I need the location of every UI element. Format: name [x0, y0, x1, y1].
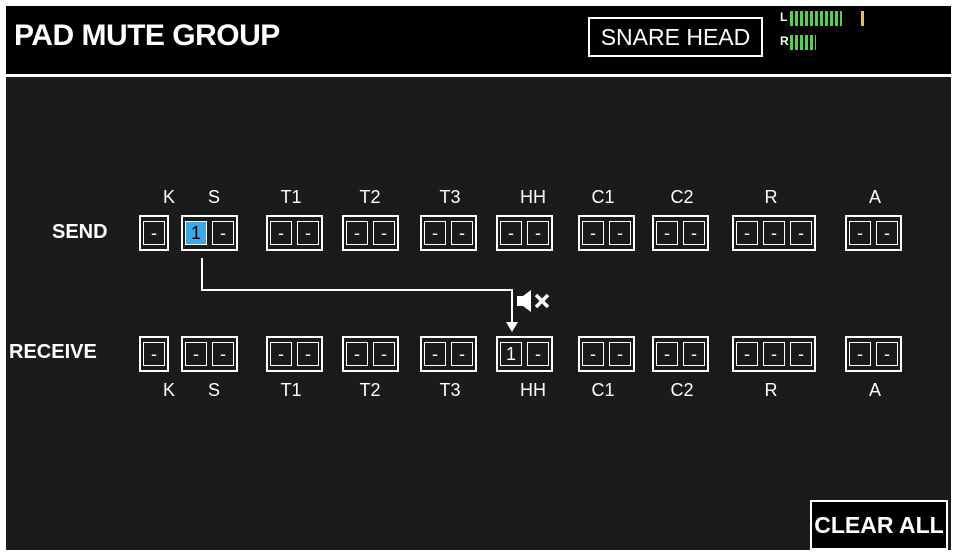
send-row-label: SEND [52, 221, 108, 243]
receive-cell[interactable]: - [790, 342, 812, 366]
send-cell[interactable]: - [656, 221, 678, 245]
receive-pad-label: C2 [670, 380, 694, 400]
receive-group-s: -- [181, 336, 238, 372]
send-pad-label: A [868, 187, 881, 207]
receive-pad-label: T2 [359, 380, 381, 400]
meter-left-track [790, 11, 876, 26]
receive-group-r: --- [732, 336, 816, 372]
instrument-name[interactable]: SNARE HEAD [588, 17, 763, 57]
receive-pad-label: T1 [280, 380, 302, 400]
meter-left-peak [861, 11, 864, 26]
send-cell[interactable]: 1 [185, 221, 207, 245]
send-cell[interactable]: - [683, 221, 705, 245]
receive-cell[interactable]: 1 [500, 342, 522, 366]
receive-pad-label: HH [520, 380, 546, 400]
receive-pad-label: S [207, 380, 220, 400]
receive-group-a: -- [845, 336, 902, 372]
receive-cell[interactable]: - [527, 342, 549, 366]
send-cell[interactable]: - [451, 221, 473, 245]
send-cell[interactable]: - [763, 221, 785, 245]
receive-group-k: - [139, 336, 169, 372]
send-cell[interactable]: - [736, 221, 758, 245]
send-cell[interactable]: - [424, 221, 446, 245]
send-cell[interactable]: - [582, 221, 604, 245]
send-cell[interactable]: - [500, 221, 522, 245]
send-cell[interactable]: - [270, 221, 292, 245]
send-group-a: -- [845, 215, 902, 251]
send-pad-label: T3 [439, 187, 461, 207]
receive-group-c2: -- [652, 336, 709, 372]
clear-all-button[interactable]: CLEAR ALL [810, 500, 948, 550]
send-cell[interactable]: - [373, 221, 395, 245]
receive-group-hh: 1- [496, 336, 553, 372]
meter-right-track [790, 35, 876, 50]
meter-right-fill [790, 35, 816, 50]
send-group-t2: -- [342, 215, 399, 251]
receive-cell[interactable]: - [143, 342, 165, 366]
receive-cell[interactable]: - [849, 342, 871, 366]
send-pad-label: C2 [670, 187, 694, 207]
send-cell[interactable]: - [609, 221, 631, 245]
speaker-mute-icon [515, 288, 555, 319]
send-pad-label: S [207, 187, 220, 207]
receive-pad-label: C1 [591, 380, 615, 400]
header-bar: PAD MUTE GROUP SNARE HEAD L R [6, 6, 951, 77]
send-cell[interactable]: - [849, 221, 871, 245]
receive-cell[interactable]: - [763, 342, 785, 366]
send-cell[interactable]: - [527, 221, 549, 245]
send-cell[interactable]: - [876, 221, 898, 245]
send-pad-label: T1 [280, 187, 302, 207]
receive-group-t2: -- [342, 336, 399, 372]
meter-right-label: R [780, 34, 789, 48]
send-group-c1: -- [578, 215, 635, 251]
send-pad-label: T2 [359, 187, 381, 207]
send-group-r: --- [732, 215, 816, 251]
mute-route-arrow [201, 258, 518, 332]
receive-cell[interactable]: - [297, 342, 319, 366]
send-cell[interactable]: - [297, 221, 319, 245]
receive-row-label: RECEIVE [9, 341, 97, 363]
receive-pad-label: T3 [439, 380, 461, 400]
send-cell[interactable]: - [143, 221, 165, 245]
receive-group-c1: -- [578, 336, 635, 372]
send-group-c2: -- [652, 215, 709, 251]
receive-cell[interactable]: - [212, 342, 234, 366]
receive-pad-label: R [764, 380, 778, 400]
send-group-s: 1- [181, 215, 238, 251]
meter-left-fill [790, 11, 842, 26]
send-group-t3: -- [420, 215, 477, 251]
receive-cell[interactable]: - [683, 342, 705, 366]
receive-pad-label: K [162, 380, 175, 400]
send-group-t1: -- [266, 215, 323, 251]
send-pad-label: C1 [591, 187, 615, 207]
receive-cell[interactable]: - [656, 342, 678, 366]
page-title: PAD MUTE GROUP [14, 19, 280, 52]
receive-cell[interactable]: - [270, 342, 292, 366]
send-pad-label: R [764, 187, 778, 207]
send-group-hh: -- [496, 215, 553, 251]
receive-cell[interactable]: - [876, 342, 898, 366]
receive-pad-label: A [868, 380, 881, 400]
receive-group-t3: -- [420, 336, 477, 372]
send-cell[interactable]: - [790, 221, 812, 245]
receive-cell[interactable]: - [736, 342, 758, 366]
pad-mute-group-screen: PAD MUTE GROUP SNARE HEAD L R K S T1 T2 T3 HH… [6, 6, 951, 550]
receive-cell[interactable]: - [451, 342, 473, 366]
send-pad-label: K [162, 187, 175, 207]
receive-cell[interactable]: - [424, 342, 446, 366]
receive-cell[interactable]: - [609, 342, 631, 366]
receive-cell[interactable]: - [185, 342, 207, 366]
receive-cell[interactable]: - [582, 342, 604, 366]
receive-cell[interactable]: - [346, 342, 368, 366]
meter-left-label: L [780, 10, 788, 24]
send-cell[interactable]: - [212, 221, 234, 245]
send-pad-label: HH [520, 187, 546, 207]
receive-group-t1: -- [266, 336, 323, 372]
send-group-k: - [139, 215, 169, 251]
send-cell[interactable]: - [346, 221, 368, 245]
receive-cell[interactable]: - [373, 342, 395, 366]
